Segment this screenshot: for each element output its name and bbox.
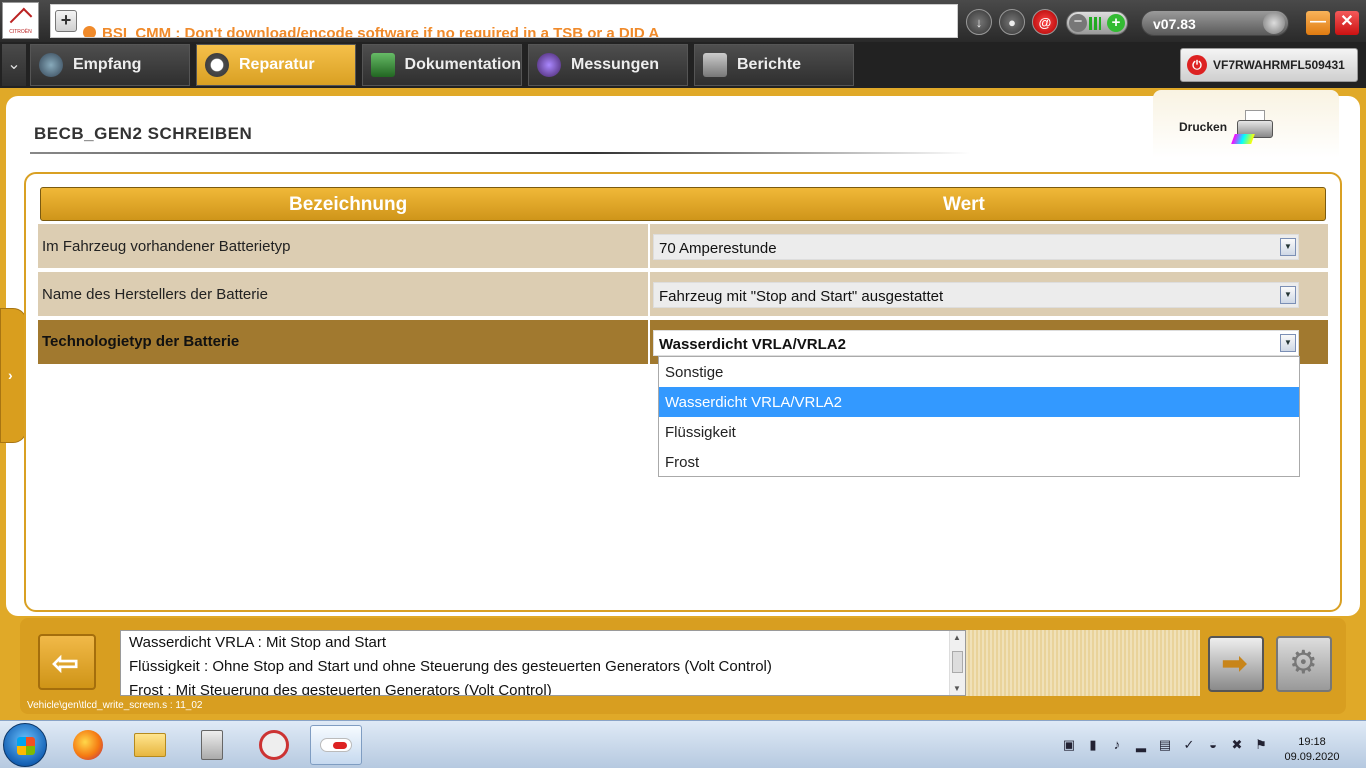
warning-message: BSI_CMM : Don't download/encode software… — [83, 25, 659, 37]
clock-date: 09.09.2020 — [1284, 751, 1340, 763]
tab-bar: ⌄ Empfang Reparatur Dokumentation Messun… — [0, 42, 1366, 88]
column-header-wert: Wert — [943, 194, 985, 215]
calculator-icon — [201, 730, 223, 760]
script-path: Vehicle\gen\tlcd_write_screen.s : 11_02 — [27, 700, 203, 711]
signal-icon[interactable]: ▂ — [1132, 737, 1150, 753]
tray-app-icon[interactable]: ▣ — [1060, 737, 1078, 753]
row-label: Technologietyp der Batterie — [42, 333, 240, 350]
tab-berichte[interactable]: Berichte — [694, 44, 854, 86]
waveform-icon — [537, 53, 561, 77]
vin-display[interactable]: ⏻ VF7RWAHRMFL509431 — [1180, 48, 1358, 82]
logo-text: CITROËN — [9, 28, 32, 35]
user-icon[interactable]: ● — [999, 9, 1025, 35]
device-icon[interactable]: ◒ — [1204, 737, 1222, 753]
taskbar-diagbox[interactable] — [310, 725, 362, 765]
info-text-box[interactable]: Wasserdicht VRLA : Mit Stop and Start Fl… — [120, 630, 966, 696]
version-knob-icon[interactable] — [1263, 12, 1285, 34]
signal-bars-icon — [1089, 17, 1101, 30]
arrow-left-icon: ⇦ — [52, 645, 79, 681]
report-icon — [703, 53, 727, 77]
tab-dokumentation[interactable]: Dokumentation — [362, 44, 522, 86]
dropdown-arrow-icon[interactable]: ▼ — [1280, 286, 1296, 304]
row-label: Im Fahrzeug vorhandener Batterietyp — [42, 238, 291, 255]
next-button[interactable]: ➡ — [1208, 636, 1264, 692]
tab-messungen[interactable]: Messungen — [528, 44, 688, 86]
windows-logo-icon — [17, 737, 35, 755]
connection-toggle[interactable]: − + — [1066, 11, 1128, 35]
taskbar-calculator[interactable] — [186, 725, 238, 765]
power-icon: ⏻ — [1187, 55, 1207, 75]
battery-icon[interactable]: ▮ — [1084, 737, 1102, 753]
info-line: Flüssigkeit : Ohne Stop and Start und oh… — [129, 658, 772, 675]
settings-button[interactable]: ⚙ — [1276, 636, 1332, 692]
tool-icon — [259, 730, 289, 760]
printer-icon[interactable] — [1231, 110, 1277, 146]
decorative-stripe — [966, 630, 1200, 696]
diagbox-icon — [320, 738, 352, 752]
gear-icon: ⚙ — [1289, 644, 1318, 680]
warning-icon — [83, 26, 96, 37]
taskbar-tool[interactable] — [248, 725, 300, 765]
dropdown-option[interactable]: Flüssigkeit — [659, 417, 1299, 447]
battery-type-select[interactable]: 70 Amperestunde ▼ — [653, 234, 1299, 260]
plus-icon[interactable]: + — [1107, 14, 1125, 32]
chevron-logo-icon — [9, 7, 32, 30]
scroll-down-icon[interactable]: ▼ — [953, 684, 961, 693]
close-button[interactable]: ✕ — [1335, 11, 1359, 35]
row-label: Name des Herstellers der Batterie — [42, 286, 268, 303]
chevron-right-icon: › — [8, 367, 13, 383]
title-divider — [30, 152, 970, 154]
info-scrollbar[interactable]: ▲ ▼ — [949, 631, 965, 695]
battery-manufacturer-select[interactable]: Fahrzeug mit "Stop and Start" ausgestatt… — [653, 282, 1299, 308]
scroll-thumb[interactable] — [952, 651, 963, 673]
start-button[interactable] — [3, 723, 47, 767]
table-header: Bezeichnung Wert — [40, 187, 1326, 221]
email-icon[interactable]: @ — [1032, 9, 1058, 35]
scroll-up-icon[interactable]: ▲ — [953, 633, 961, 642]
tab-reparatur[interactable]: Reparatur — [196, 44, 356, 86]
dropdown-option[interactable]: Sonstige — [659, 357, 1299, 387]
system-tray: ▣ ▮ ♪ ▂ ▤ ✓ ◒ ✖ ⚑ — [1060, 737, 1270, 753]
update-icon[interactable]: ✓ — [1180, 737, 1198, 753]
download-icon[interactable]: ↓ — [966, 9, 992, 35]
book-icon — [371, 53, 395, 77]
tab-empfang[interactable]: Empfang — [30, 44, 190, 86]
top-bar: CITROËN + BSI_CMM : Don't download/encod… — [0, 0, 1366, 42]
dropdown-arrow-icon[interactable]: ▼ — [1280, 238, 1296, 256]
taskbar-explorer[interactable] — [124, 725, 176, 765]
magnifier-icon — [205, 53, 229, 77]
dropdown-option[interactable]: Frost — [659, 447, 1299, 477]
technology-dropdown-list: Sonstige Wasserdicht VRLA/VRLA2 Flüssigk… — [658, 356, 1300, 477]
message-bar: + BSI_CMM : Don't download/encode softwa… — [50, 4, 958, 38]
page-title: BECB_GEN2 SCHREIBEN — [34, 124, 253, 143]
clock[interactable]: 19:18 09.09.2020 — [1280, 735, 1344, 765]
volume-icon[interactable]: ♪ — [1108, 737, 1126, 753]
arrow-right-icon: ➡ — [1221, 645, 1248, 681]
battery-technology-select[interactable]: Wasserdicht VRLA/VRLA2 ▼ — [653, 330, 1299, 356]
side-panel-toggle[interactable]: › — [0, 308, 27, 443]
minimize-button[interactable]: — — [1306, 11, 1330, 35]
dropdown-option-highlighted[interactable]: Wasserdicht VRLA/VRLA2 — [659, 387, 1299, 417]
taskbar-firefox[interactable] — [62, 725, 114, 765]
tab-menu-chevron-icon[interactable]: ⌄ — [2, 44, 26, 86]
back-button[interactable]: ⇦ — [38, 634, 96, 690]
toolbar-icons: ↓ ● @ — [966, 9, 1058, 35]
print-label[interactable]: Drucken — [1179, 120, 1227, 134]
column-header-bezeichnung: Bezeichnung — [289, 194, 408, 215]
folder-icon — [134, 733, 166, 757]
flag-icon[interactable]: ⚑ — [1252, 737, 1270, 753]
dropdown-arrow-icon[interactable]: ▼ — [1280, 334, 1296, 352]
citroen-logo: CITROËN — [2, 2, 39, 39]
stop-icon[interactable]: ✖ — [1228, 737, 1246, 753]
minus-icon[interactable]: − — [1069, 14, 1087, 32]
info-line: Wasserdicht VRLA : Mit Stop and Start — [129, 634, 387, 651]
firefox-icon — [73, 730, 103, 760]
home-icon — [39, 53, 63, 77]
expand-messages-button[interactable]: + — [55, 10, 77, 32]
info-line: Frost : Mit Steuerung des gesteuerten Ge… — [129, 682, 552, 696]
version-display: v07.83 — [1141, 10, 1289, 36]
network-icon[interactable]: ▤ — [1156, 737, 1174, 753]
windows-taskbar: ▣ ▮ ♪ ▂ ▤ ✓ ◒ ✖ ⚑ 19:18 09.09.2020 — [0, 720, 1366, 768]
clock-time: 19:18 — [1298, 736, 1326, 748]
